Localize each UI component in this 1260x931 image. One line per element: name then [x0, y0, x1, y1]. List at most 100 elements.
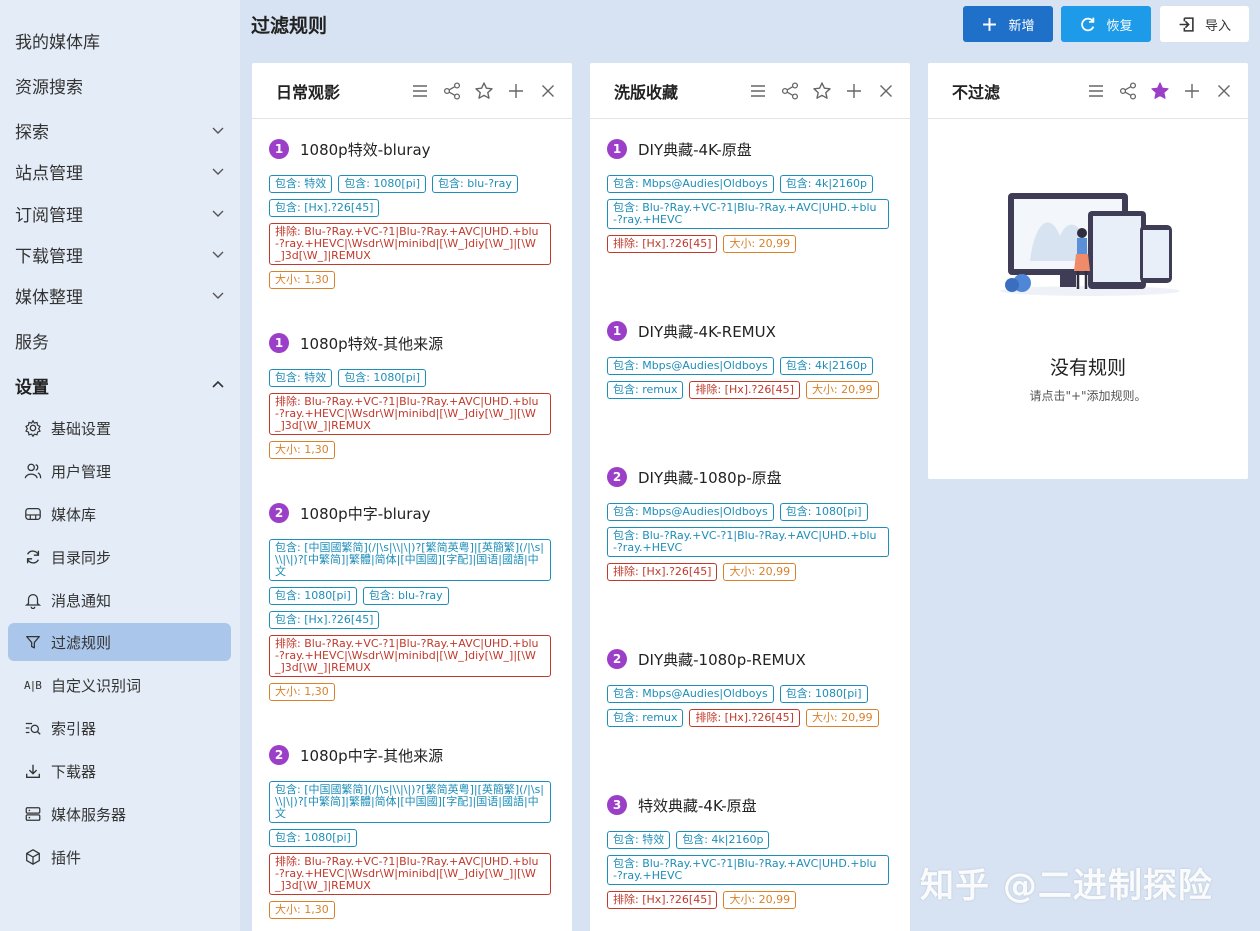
sidebar-item-my-media-library[interactable]: 我的媒体库 — [0, 19, 240, 61]
sidebar-item-media-organize[interactable]: 媒体整理 — [0, 274, 240, 316]
share-icon[interactable] — [780, 81, 800, 101]
card-header: 洗版收藏 — [590, 63, 910, 119]
sidebar-item-subscription-management[interactable]: 订阅管理 — [0, 192, 240, 234]
include-tag: 包含: 1080[pi] — [338, 369, 427, 387]
chevron-down-icon — [212, 127, 224, 134]
exclude-tag: 排除: Blu-?Ray.+VC-?1|Blu-?Ray.+AVC|UHD.+b… — [269, 853, 551, 895]
close-icon[interactable] — [1214, 81, 1234, 101]
size-tag: 大小: 1,30 — [269, 901, 335, 919]
include-tag: 包含: [Hx].?26[45] — [269, 199, 380, 217]
size-tag: 大小: 1,30 — [269, 271, 335, 289]
rule-group-card: 日常观影 1 1080p特效-bluray 包含: 特效 包含: 1080[pi] 包含… — [252, 63, 572, 931]
rule-item[interactable]: 3 特效典藏-4K-原盘包含: 特效 包含: 4k|2160p 包含: Blu-?Ra… — [607, 793, 897, 909]
sidebar-item-basic-settings[interactable]: 基础设置 — [8, 409, 231, 447]
sidebar-item-resource-search[interactable]: 资源搜索 — [0, 64, 240, 106]
priority-badge: 1 — [269, 333, 289, 353]
sidebar-item-label: 资源搜索 — [15, 77, 83, 98]
sidebar-item-filter-rules[interactable]: 过滤规则 — [8, 623, 231, 661]
size-tag: 大小: 1,30 — [269, 441, 335, 459]
sidebar-item-label: 探索 — [15, 122, 49, 143]
add-button[interactable]: 新增 — [963, 6, 1053, 42]
sidebar-item-plugins[interactable]: 插件 — [8, 838, 231, 876]
include-tag: 包含: 4k|2160p — [779, 175, 874, 193]
import-button-label: 导入 — [1204, 18, 1231, 34]
share-icon[interactable] — [442, 81, 462, 101]
rule-item[interactable]: 1 1080p特效-bluray 包含: 特效 包含: 1080[pi] 包含: blu… — [269, 137, 559, 289]
rule-item[interactable]: 1 DIY典藏-4K-REMUX 包含: Mbps@Audies|Oldboys 包含… — [607, 319, 897, 399]
size-tag: 大小: 1,30 — [269, 683, 335, 701]
sidebar-item-label: 媒体库 — [51, 505, 97, 524]
rule-item[interactable]: 2 DIY典藏-1080p-原盘 包含: Mbps@Audies|Oldboys 包含… — [607, 465, 897, 581]
rule-name: 特效典藏-4K-原盘 — [638, 796, 757, 815]
star-filled-icon[interactable] — [1150, 81, 1170, 101]
card-actions — [748, 81, 896, 101]
rule-group-card: 洗版收藏 1 DIY典藏-4K-原盘 包含: Mbps@Audies|Oldboys… — [590, 63, 910, 931]
menu-icon[interactable] — [1086, 81, 1106, 101]
page-title: 过滤规则 — [251, 15, 328, 37]
plus-icon[interactable] — [1182, 81, 1202, 101]
rule-tags: 包含: 特效 包含: 4k|2160p 包含: Blu-?Ray.+VC-?1|Bl… — [607, 831, 891, 909]
card-header: 日常观影 — [252, 63, 572, 119]
sidebar-item-label: 基础设置 — [51, 419, 112, 438]
rule-name: 1080p特效-bluray — [300, 140, 431, 159]
sidebar-item-label: 下载器 — [51, 762, 97, 781]
sidebar-item-user-management[interactable]: 用户管理 — [8, 452, 231, 490]
bell-icon — [24, 593, 42, 609]
plus-icon[interactable] — [844, 81, 864, 101]
ab-icon: A|B — [24, 678, 42, 692]
gear-icon — [25, 419, 41, 437]
filter-icon — [26, 635, 40, 649]
plus-icon[interactable] — [506, 81, 526, 101]
sidebar-item-settings[interactable]: 设置 — [0, 364, 240, 406]
include-tag: 包含: 1080[pi] — [779, 685, 868, 703]
rule-name: DIY典藏-4K-原盘 — [638, 140, 752, 159]
rule-item[interactable]: 1 DIY典藏-4K-原盘 包含: Mbps@Audies|Oldboys 包含: 4… — [607, 137, 897, 253]
sidebar-item-services[interactable]: 服务 — [0, 319, 240, 361]
sidebar-item-label: 订阅管理 — [15, 205, 83, 226]
star-icon[interactable] — [812, 81, 832, 101]
sidebar-item-explore[interactable]: 探索 — [0, 109, 240, 151]
include-tag: 包含: blu-?ray — [432, 175, 518, 193]
exclude-tag: 排除: Blu-?Ray.+VC-?1|Blu-?Ray.+AVC|UHD.+b… — [269, 635, 551, 677]
sidebar-item-label: 插件 — [51, 848, 82, 867]
menu-icon[interactable] — [410, 81, 430, 101]
include-tag: 包含: 特效 — [607, 831, 671, 849]
star-icon[interactable] — [474, 81, 494, 101]
share-icon[interactable] — [1118, 81, 1138, 101]
sync-icon — [26, 550, 40, 564]
sidebar-item-media-library[interactable]: 媒体库 — [8, 495, 231, 533]
sidebar-item-downloader[interactable]: 下载器 — [8, 752, 231, 790]
sidebar-item-label: 索引器 — [51, 719, 97, 738]
rule-header: 3 特效典藏-4K-原盘 — [607, 793, 897, 817]
menu-icon[interactable] — [748, 81, 768, 101]
close-icon[interactable] — [876, 81, 896, 101]
sidebar-item-directory-sync[interactable]: 目录同步 — [8, 538, 231, 576]
exclude-tag: 排除: [Hx].?26[45] — [607, 563, 718, 581]
rule-item[interactable]: 2 1080p中字-其他来源 包含: [中国國繁简](/|\s|\\|\|)?[繁简… — [269, 743, 559, 919]
plugin-icon — [26, 849, 40, 865]
priority-badge: 2 — [607, 467, 627, 487]
rule-item[interactable]: 2 DIY典藏-1080p-REMUX 包含: Mbps@Audies|Oldboy… — [607, 647, 897, 727]
chevron-up-icon — [212, 380, 224, 388]
exclude-tag: 排除: [Hx].?26[45] — [607, 235, 718, 253]
rule-item[interactable]: 1 1080p特效-其他来源 包含: 特效 包含: 1080[pi] 排除: Blu-?… — [269, 331, 559, 459]
close-icon[interactable] — [538, 81, 558, 101]
sidebar-item-indexer[interactable]: 索引器 — [8, 709, 231, 747]
chevron-down-icon — [212, 168, 224, 175]
rule-tags: 包含: Mbps@Audies|Oldboys 包含: 1080[pi] 包含: r… — [607, 685, 891, 727]
include-tag: 包含: 1080[pi] — [269, 587, 357, 605]
rule-tags: 包含: 特效 包含: 1080[pi] 包含: blu-?ray 包含: [Hx].?… — [269, 175, 553, 289]
sidebar-item-site-management[interactable]: 站点管理 — [0, 150, 240, 192]
sidebar-item-custom-words[interactable]: A|B 自定义识别词 — [8, 666, 231, 704]
sidebar-item-download-management[interactable]: 下载管理 — [0, 233, 240, 275]
restore-button[interactable]: 恢复 — [1061, 6, 1151, 42]
sidebar-item-label: 自定义识别词 — [51, 676, 142, 695]
sidebar-item-notifications[interactable]: 消息通知 — [8, 581, 231, 619]
size-tag: 大小: 20,99 — [805, 381, 879, 399]
sidebar-item-media-server[interactable]: 媒体服务器 — [8, 795, 231, 833]
rule-item[interactable]: 2 1080p中字-bluray 包含: [中国國繁简](/|\s|\\|\|)?[… — [269, 501, 559, 701]
rule-name: 1080p特效-其他来源 — [300, 334, 444, 353]
import-button[interactable]: 导入 — [1160, 6, 1249, 42]
rule-name: 1080p中字-bluray — [300, 504, 431, 523]
include-tag: 包含: Mbps@Audies|Oldboys — [607, 503, 774, 521]
